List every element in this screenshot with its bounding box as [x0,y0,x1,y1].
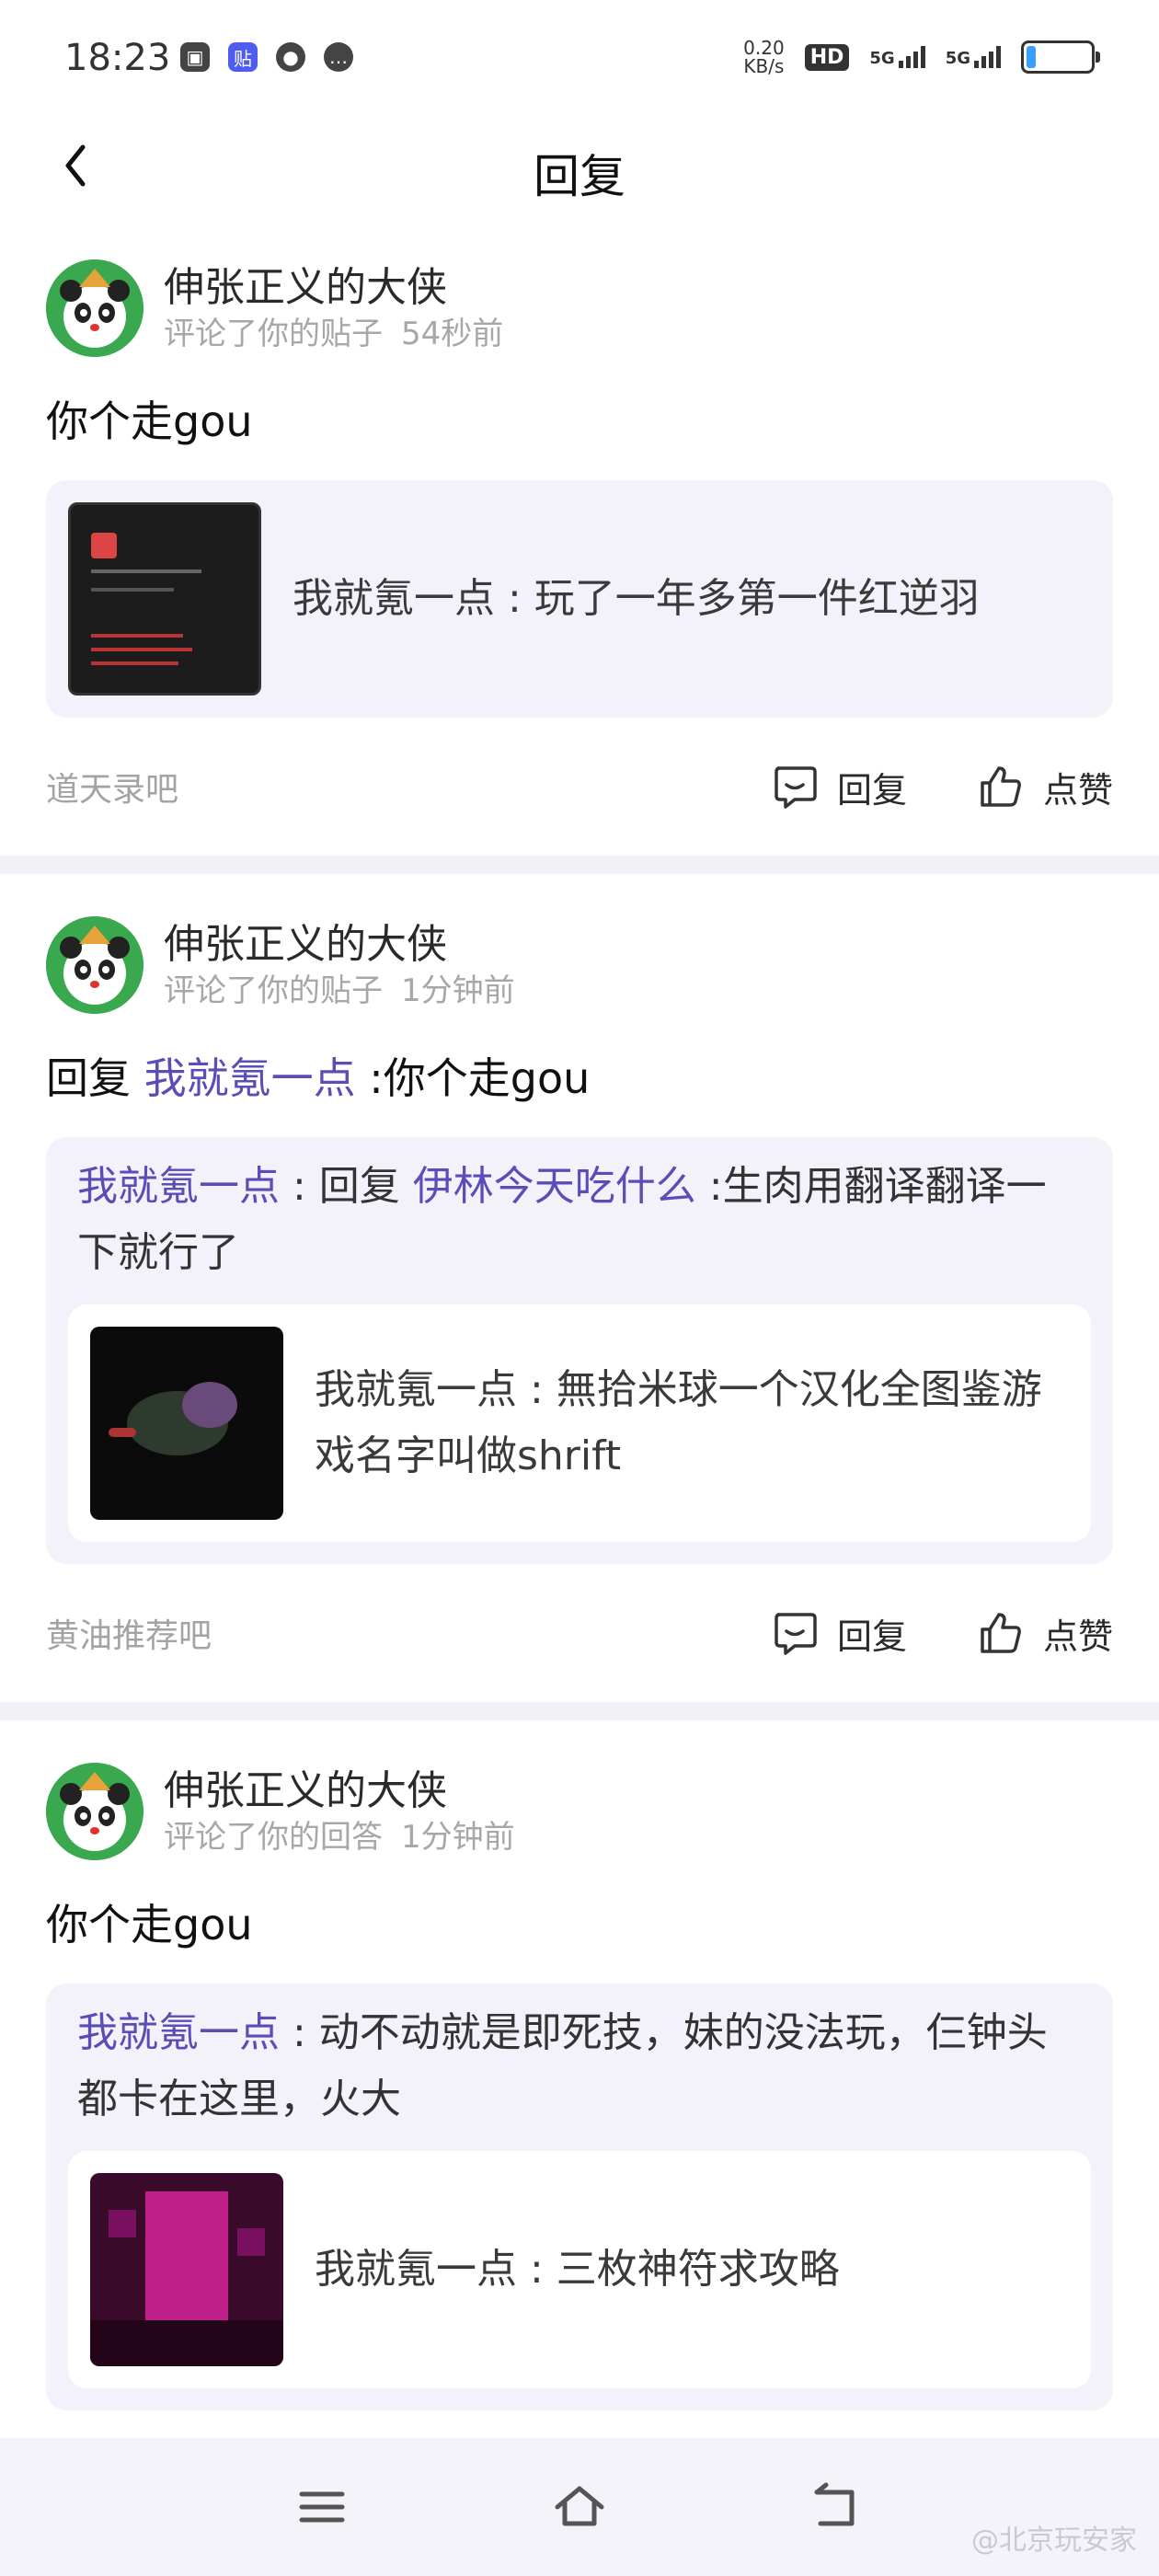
reply-meta: 评论了你的贴子 1分钟前 [164,971,515,1011]
quoted-comment[interactable]: 我就氪一点 : 动不动就是即死技，妹的没法玩，仨钟头都卡在这里，火大 我就氪一点… [46,1984,1113,2410]
divider [0,856,1159,874]
panda-avatar-icon [46,259,143,357]
like-button[interactable]: 点赞 [977,762,1113,812]
reply-item[interactable]: 伸张正义的大侠 评论了你的贴子 1分钟前 回复 我就氪一点 :你个走gou 我就氪… [0,874,1159,1702]
post-thumbnail [90,1327,283,1520]
avatar[interactable] [46,1763,143,1860]
quote-separator: : 回复 [280,1163,413,1210]
quote-author[interactable]: 我就氪一点 [77,2009,280,2056]
linked-post[interactable]: 我就氪一点 : 三枚神符求攻略 [68,2151,1091,2388]
thumbs-up-icon [981,766,1021,807]
linked-post[interactable]: 我就氪一点 : 玩了一年多第一件红逆羽 [46,480,1113,718]
post-author: 我就氪一点 [315,1366,517,1413]
reply-item[interactable]: 伸张正义的大侠 评论了你的贴子 54秒前 你个走gou 我就氪一点 : 玩了一年多… [0,258,1159,856]
post-text: 我就氪一点 : 三枚神符求攻略 [315,2237,840,2303]
net-speed: 0.20 KB/s [743,39,785,75]
page-title: 回复 [534,150,625,203]
post-text: 我就氪一点 : 無拾米球一个汉化全图鉴游戏名字叫做shrift [315,1357,1069,1489]
signal-5g-2: 5G [946,46,1001,68]
reply-text: :你个走gou [355,1053,591,1103]
wechat-icon: ● [276,42,305,72]
reply-content: 你个走gou [46,397,253,446]
reply-button[interactable]: 回复 [771,762,907,812]
app-header: 回复 [0,120,1159,212]
signal-label: 5G [869,49,895,68]
quote-author[interactable]: 我就氪一点 [77,1163,280,1210]
username[interactable]: 伸张正义的大侠 [164,1765,515,1817]
reply-user: 伸张正义的大侠 评论了你的贴子 1分钟前 [46,914,1113,1016]
post-thumbnail [90,2173,283,2366]
reply-content: 你个走gou [46,1900,253,1949]
action-text: 评论了你的贴子 [164,316,383,352]
reply-button[interactable]: 回复 [771,1608,907,1659]
user-mention[interactable]: 我就氪一点 [144,1053,356,1103]
quote-text: 我就氪一点 : 回复 伊林今天吃什么 :生肉用翻译翻译一下就行了 [68,1154,1091,1286]
net-speed-unit: KB/s [743,55,785,77]
comment-icon [775,1613,817,1655]
status-time: 18:23 [64,37,171,79]
post-author: 我就氪一点 [293,575,495,622]
system-nav-bar: @北京玩安家 [0,2438,1159,2576]
quote-separator: : [280,2009,319,2056]
post-author: 我就氪一点 [315,2246,517,2293]
reply-user: 伸张正义的大侠 评论了你的回答 1分钟前 [46,1761,1113,1862]
quoted-comment[interactable]: 我就氪一点 : 回复 伊林今天吃什么 :生肉用翻译翻译一下就行了 我就氪一点 :… [46,1137,1113,1564]
timestamp: 1分钟前 [401,972,515,1009]
reply-footer: 道天录吧 回复 点赞 [46,718,1113,856]
signal-label: 5G [945,49,970,68]
message-icon: … [324,42,353,72]
menu-icon[interactable] [294,2479,350,2535]
reply-content: 回复 我就氪一点 :你个走gou [46,1049,1113,1108]
like-label: 点赞 [1042,1616,1113,1657]
post-title: 三枚神符求攻略 [556,2246,840,2293]
panda-avatar-icon [46,1763,143,1860]
signal-5g-1: 5G [869,46,925,68]
reply-user: 伸张正义的大侠 评论了你的贴子 54秒前 [46,258,1113,359]
avatar[interactable] [46,916,143,1014]
home-icon[interactable] [552,2479,607,2535]
reply-label: 回复 [836,1616,907,1657]
signal-bars-icon [974,46,1001,68]
back-icon[interactable] [809,2479,865,2535]
post-text: 我就氪一点 : 玩了一年多第一件红逆羽 [293,566,980,632]
quote-text: 我就氪一点 : 动不动就是即死技，妹的没法玩，仨钟头都卡在这里，火大 [68,2000,1091,2133]
post-separator: : [517,1366,557,1413]
reply-item[interactable]: 伸张正义的大侠 评论了你的回答 1分钟前 你个走gou 我就氪一点 : 动不动就是… [0,1720,1159,2410]
hd-badge: HD [804,43,850,71]
like-label: 点赞 [1042,769,1113,811]
timestamp: 1分钟前 [401,1819,515,1856]
reply-meta: 评论了你的贴子 54秒前 [164,314,503,354]
like-button[interactable]: 点赞 [977,1608,1113,1659]
reply-prefix: 回复 [46,1053,144,1103]
reply-label: 回复 [836,769,907,811]
linked-post[interactable]: 我就氪一点 : 無拾米球一个汉化全图鉴游戏名字叫做shrift [68,1305,1091,1542]
watermark: @北京玩安家 [971,2524,1137,2557]
post-title: 玩了一年多第一件红逆羽 [534,575,980,622]
thumbs-up-icon [981,1613,1021,1653]
forum-name[interactable]: 道天录吧 [46,763,701,811]
username[interactable]: 伸张正义的大侠 [164,262,503,314]
user-mention[interactable]: 伊林今天吃什么 [413,1163,696,1210]
forum-name[interactable]: 黄油推荐吧 [46,1609,701,1657]
reply-meta: 评论了你的回答 1分钟前 [164,1817,515,1857]
battery-icon [1021,40,1100,74]
reply-feed: 伸张正义的大侠 评论了你的贴子 54秒前 你个走gou 我就氪一点 : 玩了一年多… [0,258,1159,2410]
post-separator: : [517,2246,557,2293]
tv-icon: ▣ [180,42,210,72]
panda-avatar-icon [46,916,143,1014]
tieba-icon: 贴 [228,42,258,72]
action-text: 评论了你的贴子 [164,972,383,1009]
status-bar: 18:23 ▣ 贴 ● … 0.20 KB/s HD 5G 5G [0,0,1159,120]
avatar[interactable] [46,259,143,357]
signal-bars-icon [898,46,925,68]
action-text: 评论了你的回答 [164,1819,383,1856]
divider [0,1702,1159,1720]
reply-footer: 黄油推荐吧 回复 点赞 [46,1564,1113,1702]
post-separator: : [495,575,534,622]
net-speed-value: 0.20 [743,37,785,59]
timestamp: 54秒前 [401,316,504,352]
post-thumbnail [68,502,261,696]
comment-icon [775,766,817,809]
username[interactable]: 伸张正义的大侠 [164,919,515,971]
